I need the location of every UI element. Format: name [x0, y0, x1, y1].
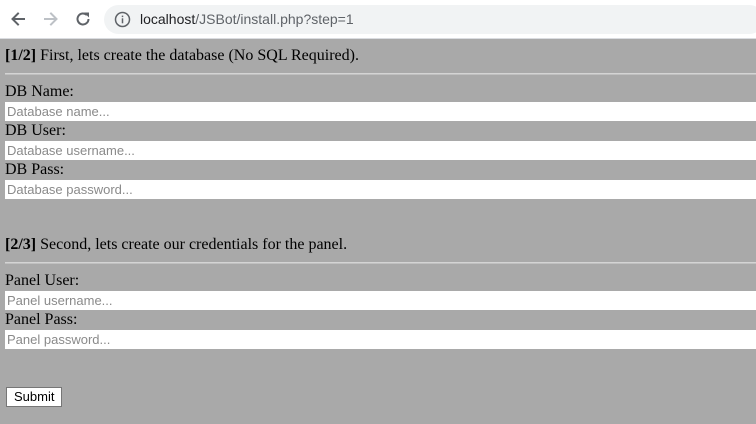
url-path: /JSBot/install.php?step=1 [195, 11, 354, 27]
step-2-text: Second, lets create our credentials for … [36, 236, 348, 253]
submit-button[interactable]: Submit [6, 387, 63, 407]
back-button[interactable] [6, 7, 30, 31]
panel-pass-input[interactable] [5, 330, 756, 349]
step-1-heading: [1/2] First, lets create the database (N… [5, 47, 359, 65]
arrow-left-icon [11, 12, 25, 26]
db-pass-input[interactable] [5, 180, 756, 199]
address-bar[interactable]: localhost/JSBot/install.php?step=1 [104, 5, 756, 34]
reload-button[interactable] [71, 7, 95, 31]
browser-toolbar: localhost/JSBot/install.php?step=1 [0, 0, 756, 39]
db-pass-label: DB Pass: [5, 161, 65, 178]
forward-button[interactable] [39, 7, 63, 31]
divider [5, 73, 756, 75]
step-1-text: First, lets create the database (No SQL … [36, 47, 359, 64]
db-user-label: DB User: [5, 122, 66, 139]
url-text: localhost/JSBot/install.php?step=1 [140, 11, 354, 27]
panel-user-input[interactable] [5, 291, 756, 310]
step-2-tag: [2/3] [5, 236, 37, 253]
url-host: localhost [140, 11, 196, 27]
db-user-input[interactable] [5, 141, 756, 160]
step-2-heading: [2/3] Second, lets create our credential… [5, 236, 347, 254]
db-name-label: DB Name: [5, 83, 74, 100]
divider [5, 262, 756, 264]
arrow-right-icon [44, 12, 58, 26]
db-name-input[interactable] [5, 102, 756, 121]
panel-pass-label: Panel Pass: [5, 311, 78, 328]
reload-icon [76, 12, 90, 26]
step-1-tag: [1/2] [5, 47, 37, 64]
install-page: [1/2] First, lets create the database (N… [0, 39, 756, 424]
info-icon[interactable] [114, 11, 131, 28]
panel-user-label: Panel User: [5, 272, 80, 289]
